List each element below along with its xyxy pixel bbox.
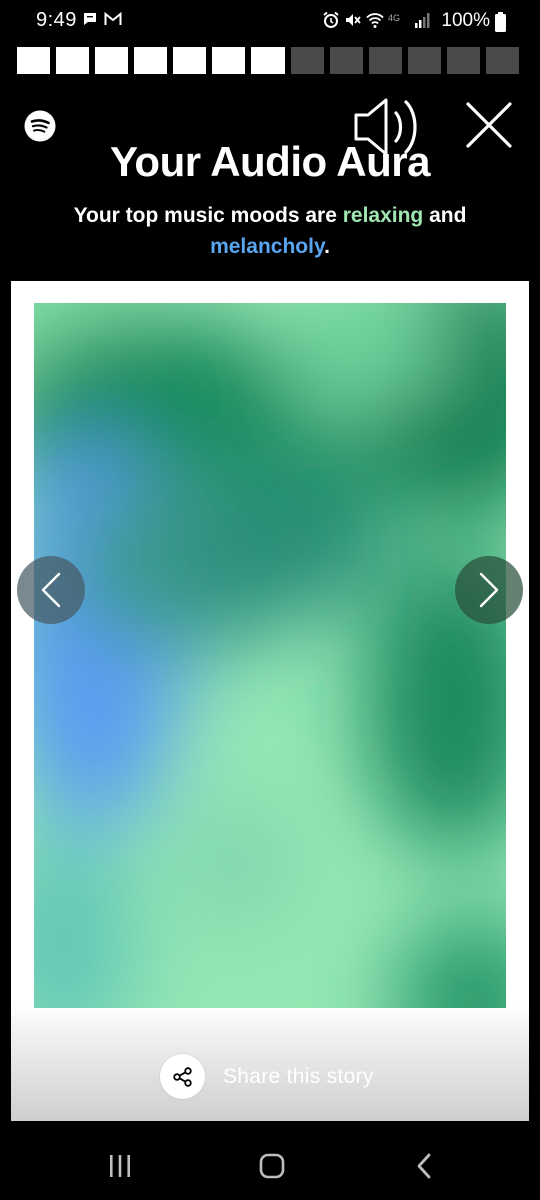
progress-segment [134,47,168,74]
progress-segment [95,47,129,74]
next-story-button[interactable] [455,556,523,624]
aura-card: Share this story [11,281,529,1121]
progress-segment [329,47,363,74]
4g-icon: 4G [388,13,400,23]
progress-segment [212,47,246,74]
recents-icon [110,1155,130,1177]
mute-icon [346,14,361,26]
status-time: 9:49 [36,9,77,31]
subtitle-prefix: Your top music moods are [73,204,343,227]
progress-segment [17,47,51,74]
story-title: Your Audio Aura [110,138,430,185]
progress-segment [290,47,324,74]
status-notification-icons [82,11,122,27]
back-icon [417,1153,431,1179]
recents-button[interactable] [100,1148,140,1184]
share-story-label: Share this story [223,1064,374,1088]
story-subtitle: Your top music moods are relaxing and me… [40,200,500,262]
share-icon [172,1066,192,1087]
mood-1-text: relaxing [342,204,424,227]
share-story-button[interactable]: Share this story [160,1054,374,1099]
mood-2-text: melancholy [210,235,325,258]
chevron-left-icon [41,572,61,608]
chevron-right-icon [479,572,499,608]
story-progress-bar [17,47,520,74]
chat-icon [84,13,96,25]
signal-icon [415,13,430,28]
gmail-icon [104,11,122,25]
progress-segment [251,47,285,74]
status-bar: 9:49 4G 100% [0,0,540,44]
status-system-icons: 4G [322,11,432,29]
progress-segment [56,47,90,74]
previous-story-button[interactable] [17,556,85,624]
share-icon-circle [160,1054,205,1099]
subtitle-suffix: . [324,235,330,258]
subtitle-middle: and [423,204,467,227]
progress-segment [446,47,480,74]
alarm-icon [323,11,339,28]
battery-percentage: 100% [441,10,490,31]
home-icon [259,1153,285,1179]
back-button[interactable] [404,1148,444,1184]
home-button[interactable] [252,1148,292,1184]
progress-segment [485,47,520,74]
aura-gradient-image [34,303,506,1008]
battery-icon [495,12,506,32]
android-navigation-bar [0,1128,540,1200]
progress-segment [407,47,441,74]
svg-text:4G: 4G [388,13,400,23]
wifi-icon [366,13,384,28]
progress-segment [173,47,207,74]
progress-segment [368,47,402,74]
